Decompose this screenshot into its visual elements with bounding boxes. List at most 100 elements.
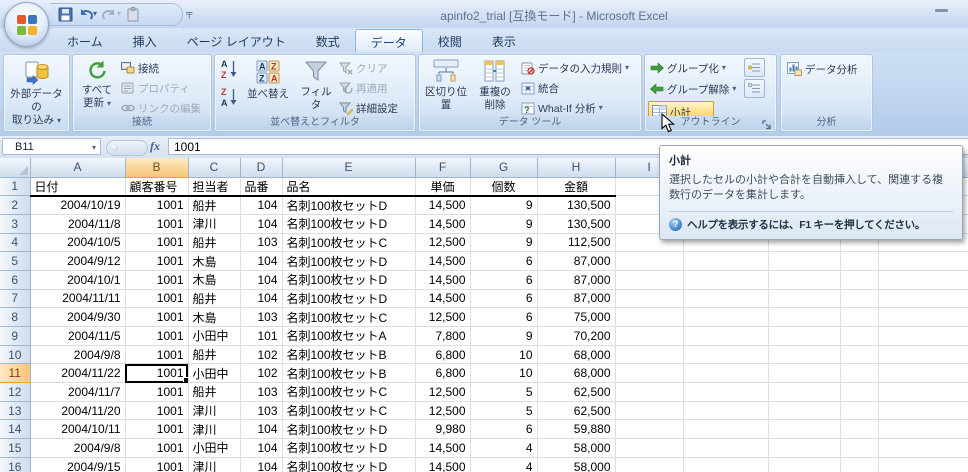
cell[interactable]: 6 (470, 420, 537, 439)
cell[interactable]: 14,500 (415, 196, 470, 215)
cell[interactable]: 2004/11/20 (30, 401, 125, 420)
cell[interactable] (768, 420, 840, 439)
cell[interactable]: 70,200 (537, 327, 615, 346)
cell[interactable]: 名刺100枚セットC (282, 401, 415, 420)
row-header-13[interactable]: 13 (0, 401, 30, 420)
cell[interactable]: 名刺100枚セットD (282, 420, 415, 439)
qat-customize-button[interactable]: ╤ (186, 8, 192, 18)
name-box[interactable]: B11 ▾ (2, 138, 101, 155)
cell[interactable] (768, 364, 840, 383)
cell[interactable]: 12,500 (415, 233, 470, 252)
office-button[interactable] (4, 2, 49, 47)
cell[interactable]: 小田中 (188, 439, 240, 458)
cell[interactable]: 62,500 (537, 383, 615, 402)
cell[interactable] (768, 270, 840, 289)
data-analysis-button[interactable]: データ分析 (787, 60, 858, 78)
show-detail-button[interactable] (744, 58, 765, 77)
cell[interactable]: 津川 (188, 457, 240, 472)
cell[interactable]: 1001 (125, 233, 188, 252)
sort-ascending-button[interactable]: AZ (220, 59, 238, 77)
row-header-8[interactable]: 8 (0, 308, 30, 327)
cell[interactable]: 名刺100枚セットD (282, 457, 415, 472)
cell[interactable] (615, 439, 683, 458)
cell[interactable]: 2004/11/7 (30, 383, 125, 402)
cell[interactable] (683, 308, 768, 327)
cell[interactable] (878, 457, 968, 472)
cell[interactable]: 4 (470, 457, 537, 472)
cell[interactable]: 2004/11/8 (30, 214, 125, 233)
cell[interactable] (878, 345, 968, 364)
tab-insert[interactable]: 挿入 (118, 28, 172, 52)
cell[interactable] (878, 270, 968, 289)
cell[interactable]: 10 (470, 345, 537, 364)
cell[interactable]: 名刺100枚セットD (282, 289, 415, 308)
column-header-B[interactable]: B (125, 158, 188, 177)
cell[interactable]: 木島 (188, 308, 240, 327)
cell[interactable]: 87,000 (537, 270, 615, 289)
cell[interactable] (768, 252, 840, 271)
cell[interactable]: 62,500 (537, 401, 615, 420)
column-header-C[interactable]: C (188, 158, 240, 177)
select-all-corner[interactable] (0, 158, 30, 177)
cell[interactable]: 2004/9/30 (30, 308, 125, 327)
cell[interactable]: 2004/10/19 (30, 196, 125, 215)
cell[interactable]: 津川 (188, 214, 240, 233)
insert-function-button[interactable]: fx (150, 139, 160, 154)
cell[interactable] (683, 345, 768, 364)
cell[interactable] (768, 383, 840, 402)
cell[interactable] (768, 345, 840, 364)
cell[interactable]: 14,500 (415, 214, 470, 233)
cell[interactable]: 9 (470, 196, 537, 215)
tab-review[interactable]: 校閲 (423, 28, 477, 52)
cell[interactable]: 船井 (188, 196, 240, 215)
cell[interactable]: 単価 (415, 177, 470, 196)
cell[interactable]: 104 (240, 439, 282, 458)
cell[interactable]: 名刺100枚セットD (282, 439, 415, 458)
fill-handle[interactable] (183, 377, 189, 383)
cell[interactable]: 14,500 (415, 289, 470, 308)
cell[interactable]: 130,500 (537, 214, 615, 233)
cell[interactable]: 木島 (188, 270, 240, 289)
cell[interactable]: 9,980 (415, 420, 470, 439)
cell[interactable] (615, 289, 683, 308)
cell[interactable] (840, 345, 878, 364)
cell[interactable]: 1001 (125, 196, 188, 215)
cell[interactable] (840, 401, 878, 420)
cell[interactable] (615, 457, 683, 472)
cell[interactable] (878, 289, 968, 308)
cell[interactable] (615, 252, 683, 271)
cell[interactable]: 6 (470, 270, 537, 289)
cell[interactable] (878, 327, 968, 346)
cell[interactable] (840, 270, 878, 289)
cell[interactable]: 6 (470, 252, 537, 271)
cell[interactable]: 個数 (470, 177, 537, 196)
cell[interactable]: 品名 (282, 177, 415, 196)
tab-page-layout[interactable]: ページ レイアウト (172, 28, 301, 52)
cell[interactable]: 58,000 (537, 439, 615, 458)
cell[interactable] (840, 289, 878, 308)
cell[interactable] (615, 420, 683, 439)
refresh-all-button[interactable]: すべて 更新 ▾ (76, 57, 118, 117)
cell[interactable] (615, 401, 683, 420)
cell[interactable]: 1001 (125, 327, 188, 346)
cell[interactable]: 名刺100枚セットB (282, 364, 415, 383)
cell[interactable]: 2004/11/5 (30, 327, 125, 346)
cell[interactable]: 名刺100枚セットD (282, 196, 415, 215)
cell[interactable]: 104 (240, 457, 282, 472)
consolidate-button[interactable]: 統合 (521, 79, 559, 97)
cell[interactable]: 1001 (125, 457, 188, 472)
tab-home[interactable]: ホーム (52, 28, 118, 52)
cell[interactable]: 1001 (125, 383, 188, 402)
text-to-columns-button[interactable]: 区切り位置 (421, 57, 471, 117)
cell[interactable] (683, 457, 768, 472)
cell[interactable]: 船井 (188, 383, 240, 402)
cell[interactable]: 2004/9/8 (30, 345, 125, 364)
cell[interactable] (878, 308, 968, 327)
cell[interactable]: 名刺100枚セットD (282, 270, 415, 289)
cell[interactable]: 2004/9/12 (30, 252, 125, 271)
cell[interactable] (840, 364, 878, 383)
cell[interactable] (768, 457, 840, 472)
cell[interactable]: 12,500 (415, 401, 470, 420)
cell[interactable]: 12,500 (415, 308, 470, 327)
hide-detail-button[interactable] (744, 79, 765, 98)
